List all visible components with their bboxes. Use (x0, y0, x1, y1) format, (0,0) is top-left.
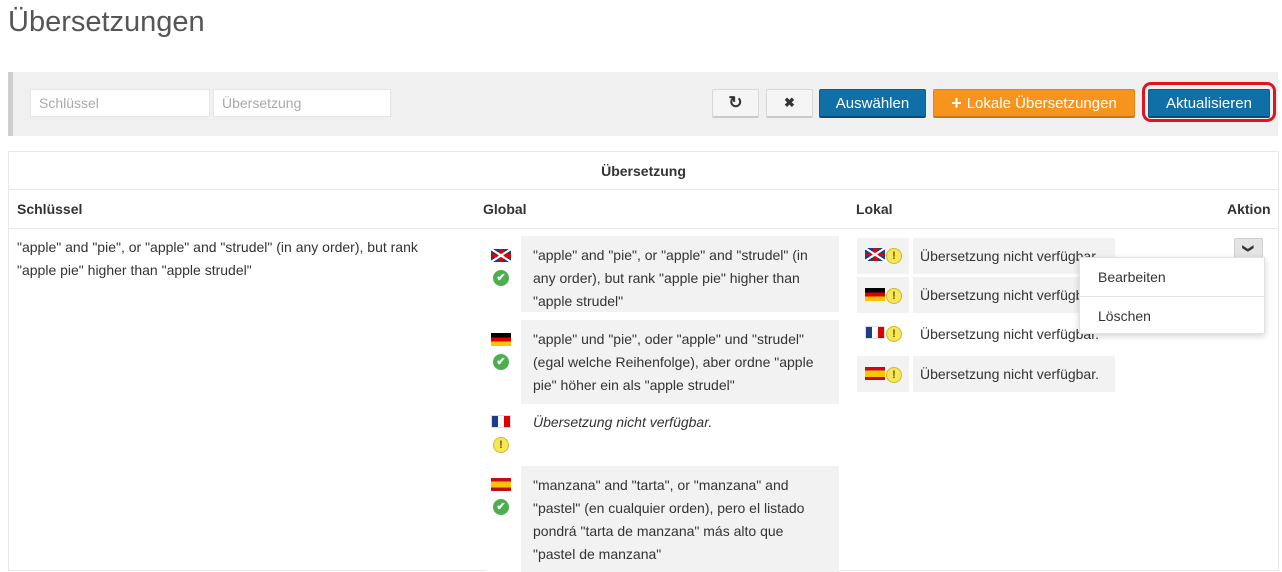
check-icon: ✔ (493, 270, 509, 286)
warning-icon: ! (886, 248, 902, 264)
global-translation-de: ✔ "apple" und "pie", oder "apple" und "s… (485, 320, 839, 404)
global-translation-es: ✔ "manzana" and "tarta", or "manzana" an… (485, 466, 839, 572)
translation-key: "apple" and "pie", or "apple" and "strud… (17, 239, 418, 278)
update-button-label: Aktualisieren (1166, 94, 1252, 112)
french-flag-icon (491, 415, 511, 428)
warning-icon: ! (493, 437, 509, 453)
global-translation-fr: ! Übersetzung nicht verfügbar. (485, 404, 839, 460)
spanish-flag-icon (491, 478, 511, 491)
select-button-label: Auswählen (835, 94, 910, 112)
refresh-button[interactable]: ↻ (712, 89, 759, 118)
add-local-translations-label: Lokale Übersetzungen (966, 94, 1117, 112)
add-local-translations-button[interactable]: + Lokale Übersetzungen (933, 89, 1135, 118)
uk-flag-icon (865, 248, 885, 261)
action-dropdown-menu: Bearbeiten Löschen (1079, 257, 1265, 334)
menu-item-delete[interactable]: Löschen (1080, 297, 1264, 335)
global-translation-en: ✔ "apple" and "pie", or "apple" and "str… (485, 236, 839, 312)
select-button[interactable]: Auswählen (819, 89, 926, 118)
update-button[interactable]: Aktualisieren (1148, 89, 1270, 118)
plus-icon: + (951, 92, 962, 113)
refresh-icon: ↻ (728, 93, 743, 112)
close-icon: ✖ (784, 95, 795, 110)
chevron-down-icon: ❯ (1242, 243, 1254, 253)
clear-filter-button[interactable]: ✖ (766, 89, 813, 118)
check-icon: ✔ (493, 499, 509, 515)
global-translation-text: "apple" und "pie", oder "apple" und "str… (533, 331, 814, 393)
french-flag-icon (865, 326, 885, 339)
global-translation-text: Übersetzung nicht verfügbar. (533, 414, 713, 430)
german-flag-icon (491, 333, 511, 346)
warning-icon: ! (886, 326, 902, 342)
table-group-header: Übersetzung (9, 152, 1278, 190)
action-dropdown-toggle[interactable]: ❯ (1234, 238, 1263, 258)
local-translation-text: Übersetzung nicht verfügbar. (913, 356, 1115, 392)
global-translation-text: "apple" and "pie", or "apple" and "strud… (533, 247, 808, 309)
column-header-action: Aktion (1227, 201, 1271, 217)
translation-search-input[interactable] (213, 89, 391, 117)
warning-icon: ! (886, 367, 902, 383)
menu-item-edit[interactable]: Bearbeiten (1080, 258, 1264, 296)
warning-icon: ! (886, 288, 902, 304)
filter-toolbar: ↻ ✖ Auswählen + Lokale Übersetzungen Akt… (8, 72, 1278, 136)
global-translation-text: "manzana" and "tarta", or "manzana" and … (533, 477, 805, 562)
uk-flag-icon (491, 249, 511, 262)
table-column-headers: Schlüssel Global Lokal Aktion (9, 190, 1278, 229)
german-flag-icon (865, 288, 885, 301)
key-search-input[interactable] (30, 89, 210, 117)
spanish-flag-icon (865, 367, 885, 380)
column-header-local: Lokal (856, 201, 893, 217)
page-title: Übersetzungen (8, 6, 205, 38)
column-header-global: Global (483, 201, 527, 217)
column-header-key: Schlüssel (17, 201, 83, 217)
translations-table: Übersetzung Schlüssel Global Lokal Aktio… (8, 151, 1279, 572)
check-icon: ✔ (493, 354, 509, 370)
